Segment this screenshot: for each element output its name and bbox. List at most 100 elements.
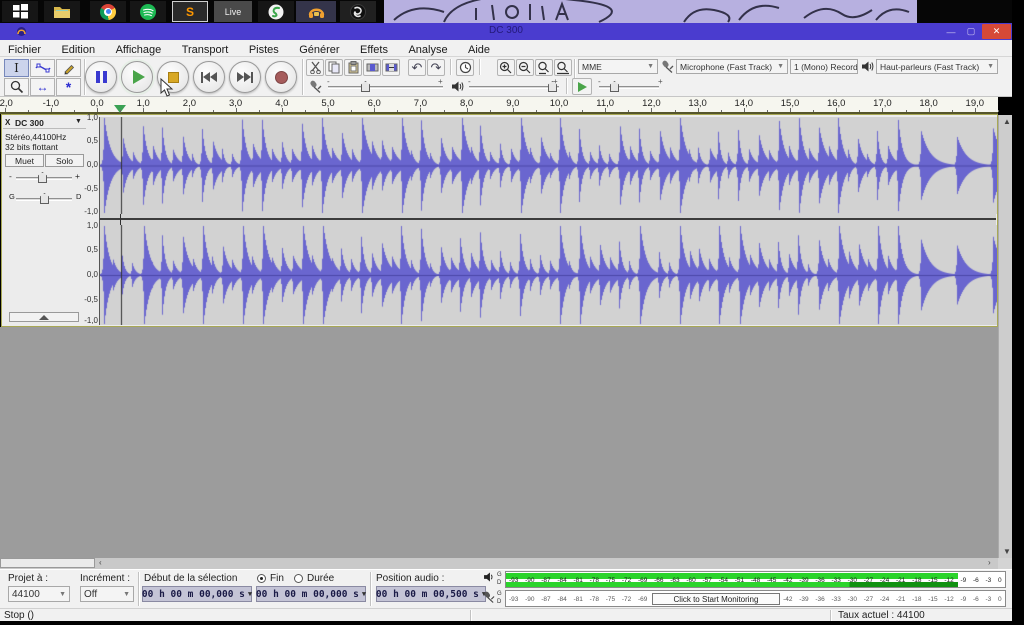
trim-audio-button[interactable] <box>363 59 381 76</box>
playback-device-select[interactable]: Haut-parleurs (Fast Track)▼ <box>876 59 998 74</box>
meter-db-label: -78 <box>590 595 599 604</box>
hscroll-thumb[interactable] <box>0 558 95 568</box>
mute-button[interactable]: Muet <box>5 154 44 167</box>
screen-edge <box>1012 0 1024 625</box>
play-icon <box>133 70 145 84</box>
recording-meter[interactable]: -93-90-87-84-81-78-75-72-69-66-63-60-57-… <box>505 590 1006 607</box>
spinner-icon[interactable]: ▼ <box>248 590 252 598</box>
selection-end-field[interactable]: 00 h 00 m 00,000 s▼ <box>256 586 366 602</box>
zoom-in-button[interactable] <box>497 59 515 76</box>
sublime-text-icon[interactable]: S <box>172 1 208 22</box>
skip-to-end-button[interactable] <box>229 61 261 93</box>
track-title[interactable]: DC 300 <box>15 118 44 128</box>
play-button[interactable] <box>121 61 153 93</box>
spotify-icon[interactable] <box>130 1 166 22</box>
fit-selection-button[interactable] <box>535 59 553 76</box>
silence-audio-button[interactable] <box>382 59 400 76</box>
length-radio[interactable] <box>294 574 303 583</box>
track-menu-chevron-icon[interactable]: ▼ <box>75 118 82 125</box>
fit-project-button[interactable] <box>554 59 572 76</box>
ableton-live-icon[interactable]: Live <box>214 1 252 22</box>
audio-position-field[interactable]: 00 h 00 m 00,500 s▼ <box>376 586 486 602</box>
menu-effets[interactable]: Effets <box>352 42 396 56</box>
collapse-track-button[interactable] <box>9 312 79 322</box>
file-explorer-icon[interactable] <box>44 1 80 22</box>
pan-slider-thumb[interactable] <box>40 193 49 204</box>
chevron-down-icon: ▼ <box>121 591 130 598</box>
end-radio[interactable] <box>257 574 266 583</box>
menu-analyse[interactable]: Analyse <box>400 42 455 56</box>
copy-button[interactable] <box>325 59 343 76</box>
menubar: Fichier Edition Affichage Transport Pist… <box>0 40 1012 57</box>
undo-button[interactable]: ↶ <box>408 59 426 76</box>
windows-start-icon[interactable] <box>2 1 38 22</box>
selection-start-field[interactable]: 00 h 00 m 00,000 s▼ <box>142 586 252 602</box>
playback-speed-thumb[interactable] <box>610 81 619 92</box>
skip-to-start-button[interactable] <box>193 61 225 93</box>
playback-meter[interactable]: -93-90-87-84-81-78-75-72-69-66-63-60-57-… <box>505 571 1006 588</box>
audio-host-select[interactable]: MME▼ <box>578 59 658 74</box>
gain-slider-thumb[interactable] <box>38 172 47 183</box>
project-rate-select[interactable]: 44100▼ <box>8 586 70 602</box>
playback-speed-slider[interactable] <box>599 86 659 89</box>
track-header: X DC 300 ▼ <box>3 116 86 129</box>
recording-device-select[interactable]: Microphone (Fast Track)▼ <box>676 59 788 74</box>
redo-button[interactable]: ↷ <box>427 59 445 76</box>
horizontal-scrollbar[interactable]: ‹ › <box>0 558 998 569</box>
track-close-icon[interactable]: X <box>5 118 10 127</box>
recording-channels-select[interactable]: 1 (Mono) Recordi▼ <box>790 59 858 74</box>
cut-button[interactable] <box>306 59 324 76</box>
zoom-in-icon <box>499 61 513 75</box>
sync-lock-button[interactable] <box>456 59 474 76</box>
meter-db-label: -36 <box>815 576 824 585</box>
solo-button[interactable]: Solo <box>45 154 84 167</box>
recording-volume-slider[interactable] <box>328 86 443 89</box>
menu-transport[interactable]: Transport <box>174 42 237 56</box>
chrome-icon[interactable] <box>90 1 126 22</box>
scroll-left-icon[interactable]: ‹ <box>99 558 102 568</box>
zoom-out-button[interactable] <box>516 59 534 76</box>
snap-to-select[interactable]: Off▼ <box>80 586 134 602</box>
meter-db-label: -21 <box>896 576 905 585</box>
selection-tool-button[interactable]: I <box>4 59 29 77</box>
zoom-tool-button[interactable] <box>4 78 29 96</box>
paste-button[interactable] <box>344 59 362 76</box>
titlebar[interactable]: DC 300 — ▢ ✕ <box>0 23 1012 40</box>
waveform-right-channel[interactable] <box>99 225 997 325</box>
scroll-up-icon[interactable]: ▲ <box>1003 117 1011 127</box>
vertical-scrollbar[interactable]: ▲ ▼ <box>998 115 1012 560</box>
redo-icon: ↷ <box>431 63 442 73</box>
record-button[interactable] <box>265 61 297 93</box>
monitoring-prompt[interactable]: Click to Start Monitoring <box>652 593 780 605</box>
menu-aide[interactable]: Aide <box>460 42 498 56</box>
play-at-speed-button[interactable] <box>572 78 592 95</box>
maximize-button[interactable]: ▢ <box>958 25 984 38</box>
timeshift-tool-button[interactable]: ↔ <box>30 78 55 96</box>
waveform-left-channel[interactable] <box>99 117 997 214</box>
playback-volume-slider[interactable] <box>469 86 559 89</box>
copy-icon <box>328 61 341 74</box>
recording-volume-thumb[interactable] <box>361 81 370 92</box>
menu-pistes[interactable]: Pistes <box>241 42 287 56</box>
scroll-down-icon[interactable]: ▼ <box>1003 547 1011 557</box>
close-button[interactable]: ✕ <box>982 24 1011 39</box>
draw-tool-button[interactable] <box>56 59 81 77</box>
meter-db-label: -30 <box>848 576 857 585</box>
menu-generer[interactable]: Générer <box>291 42 347 56</box>
scroll-right-icon[interactable]: › <box>988 558 991 568</box>
minus-label: - <box>598 77 601 86</box>
spinner-icon[interactable]: ▼ <box>362 590 366 598</box>
menu-edition[interactable]: Edition <box>53 42 103 56</box>
meter-db-label: -60 <box>686 576 695 585</box>
envelope-tool-button[interactable] <box>30 59 55 77</box>
vruler-label: -1,0 <box>84 208 98 216</box>
length-radio-label: Durée <box>307 573 334 584</box>
obs-icon[interactable] <box>340 1 376 22</box>
pause-button[interactable] <box>85 61 117 93</box>
multi-tool-button[interactable]: * <box>56 78 81 96</box>
menu-fichier[interactable]: Fichier <box>0 42 49 56</box>
green-swirl-app-icon[interactable] <box>258 1 294 22</box>
timeline-ruler[interactable]: -2,0-1,00,01,02,03,04,05,06,07,08,09,010… <box>0 97 998 114</box>
audio-headphones-app-icon[interactable] <box>296 1 336 22</box>
menu-affichage[interactable]: Affichage <box>108 42 170 56</box>
